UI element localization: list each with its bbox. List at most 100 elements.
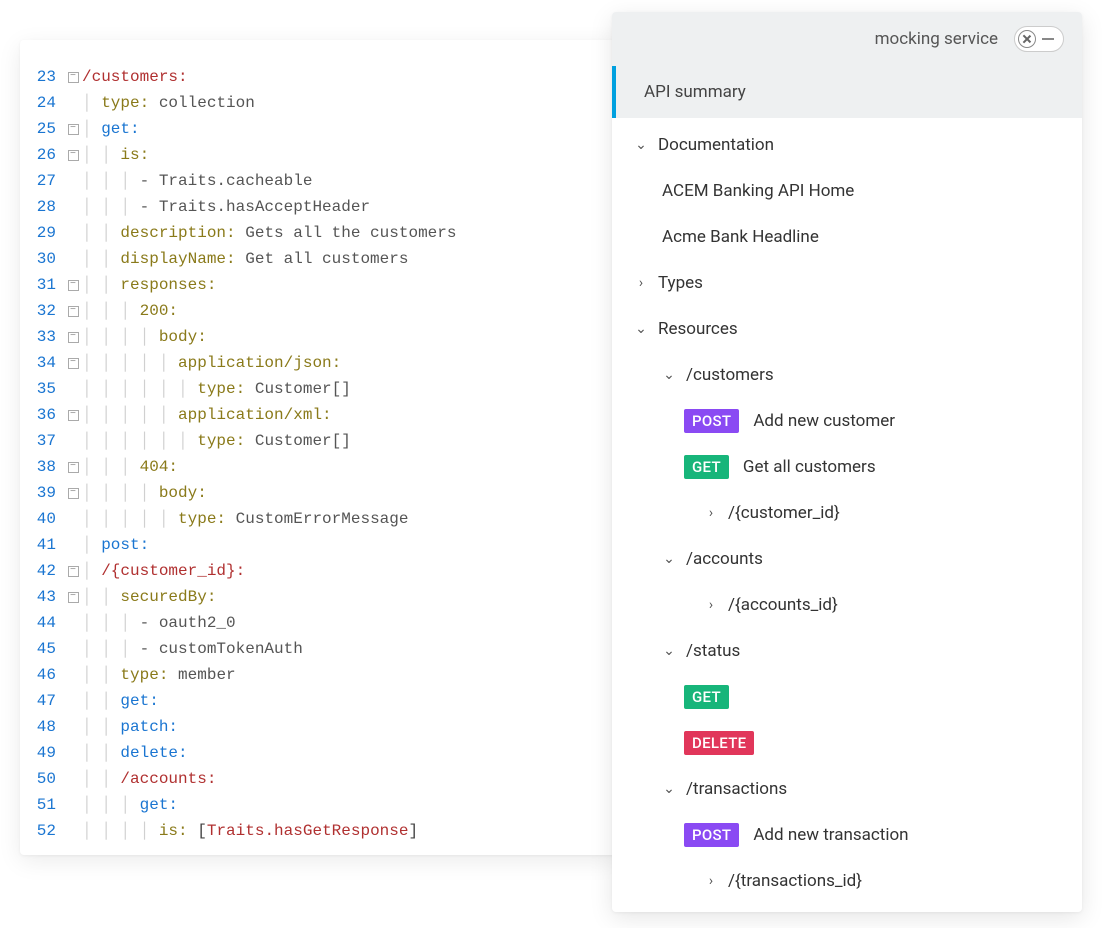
resource-transactions[interactable]: ⌄ /transactions (612, 766, 1082, 812)
code-content[interactable]: │ /{customer_id}: (82, 558, 606, 584)
code-line[interactable]: 44│ │ │ - oauth2_0 (20, 610, 606, 636)
code-content[interactable]: │ │ │ │ is: [Traits.hasGetResponse] (82, 818, 606, 844)
resource-accounts-id[interactable]: › /{accounts_id} (612, 582, 1082, 628)
code-content[interactable]: │ │ │ 404: (82, 454, 606, 480)
fold-gutter[interactable]: − (64, 410, 82, 421)
fold-gutter[interactable]: − (64, 306, 82, 317)
code-line[interactable]: 31−│ │ responses: (20, 272, 606, 298)
fold-toggle-icon[interactable]: − (68, 462, 79, 473)
code-content[interactable]: │ │ /accounts: (82, 766, 606, 792)
code-content[interactable]: │ │ is: (82, 142, 606, 168)
code-line[interactable]: 49│ │ delete: (20, 740, 606, 766)
resource-customer-id[interactable]: › /{customer_id} (612, 490, 1082, 536)
code-line[interactable]: 30│ │ displayName: Get all customers (20, 246, 606, 272)
code-content[interactable]: │ │ securedBy: (82, 584, 606, 610)
code-line[interactable]: 24│ type: collection (20, 90, 606, 116)
code-line[interactable]: 45│ │ │ - customTokenAuth (20, 636, 606, 662)
endpoint-transactions-post[interactable]: POST Add new transaction (612, 812, 1082, 858)
fold-gutter[interactable]: − (64, 280, 82, 291)
code-line[interactable]: 29│ │ description: Gets all the customer… (20, 220, 606, 246)
endpoint-status-delete[interactable]: DELETE (612, 720, 1082, 766)
fold-gutter[interactable]: − (64, 72, 82, 83)
code-content[interactable]: │ │ responses: (82, 272, 606, 298)
code-line[interactable]: 43−│ │ securedBy: (20, 584, 606, 610)
code-line[interactable]: 36−│ │ │ │ │ application/xml: (20, 402, 606, 428)
tree-section-types[interactable]: › Types (612, 260, 1082, 306)
code-line[interactable]: 40│ │ │ │ │ type: CustomErrorMessage (20, 506, 606, 532)
fold-toggle-icon[interactable]: − (68, 410, 79, 421)
code-line[interactable]: 39−│ │ │ │ body: (20, 480, 606, 506)
code-content[interactable]: │ │ │ │ body: (82, 324, 606, 350)
code-line[interactable]: 25−│ get: (20, 116, 606, 142)
resource-customers[interactable]: ⌄ /customers (612, 352, 1082, 398)
code-line[interactable]: 28│ │ │ - Traits.hasAcceptHeader (20, 194, 606, 220)
code-content[interactable]: │ │ │ get: (82, 792, 606, 818)
code-content[interactable]: │ │ get: (82, 688, 606, 714)
code-line[interactable]: 46│ │ type: member (20, 662, 606, 688)
fold-gutter[interactable]: − (64, 488, 82, 499)
fold-gutter[interactable]: − (64, 358, 82, 369)
code-content[interactable]: │ │ delete: (82, 740, 606, 766)
fold-gutter[interactable]: − (64, 566, 82, 577)
endpoint-customers-post[interactable]: POST Add new customer (612, 398, 1082, 444)
resource-status[interactable]: ⌄ /status (612, 628, 1082, 674)
code-content[interactable]: │ │ │ - customTokenAuth (82, 636, 606, 662)
fold-gutter[interactable]: − (64, 150, 82, 161)
code-content[interactable]: │ post: (82, 532, 606, 558)
fold-gutter[interactable]: − (64, 462, 82, 473)
code-line[interactable]: 32−│ │ │ 200: (20, 298, 606, 324)
fold-toggle-icon[interactable]: − (68, 488, 79, 499)
tree-section-documentation[interactable]: ⌄ Documentation (612, 122, 1082, 168)
code-content[interactable]: │ │ │ │ │ type: CustomErrorMessage (82, 506, 606, 532)
code-line[interactable]: 52│ │ │ │ is: [Traits.hasGetResponse] (20, 818, 606, 844)
fold-toggle-icon[interactable]: − (68, 150, 79, 161)
doc-item-headline[interactable]: Acme Bank Headline (612, 214, 1082, 260)
code-line[interactable]: 47│ │ get: (20, 688, 606, 714)
fold-toggle-icon[interactable]: − (68, 592, 79, 603)
resource-accounts[interactable]: ⌄ /accounts (612, 536, 1082, 582)
code-content[interactable]: │ │ displayName: Get all customers (82, 246, 606, 272)
code-content[interactable]: │ │ type: member (82, 662, 606, 688)
fold-gutter[interactable]: − (64, 592, 82, 603)
fold-toggle-icon[interactable]: − (68, 72, 79, 83)
fold-toggle-icon[interactable]: − (68, 332, 79, 343)
code-line[interactable]: 26−│ │ is: (20, 142, 606, 168)
code-content[interactable]: │ │ │ - oauth2_0 (82, 610, 606, 636)
code-line[interactable]: 42−│ /{customer_id}: (20, 558, 606, 584)
code-content[interactable]: │ │ │ │ body: (82, 480, 606, 506)
code-content[interactable]: │ │ │ 200: (82, 298, 606, 324)
code-line[interactable]: 34−│ │ │ │ │ application/json: (20, 350, 606, 376)
fold-toggle-icon[interactable]: − (68, 358, 79, 369)
code-content[interactable]: │ get: (82, 116, 606, 142)
code-content[interactable]: │ │ │ - Traits.hasAcceptHeader (82, 194, 606, 220)
api-summary-row[interactable]: API summary (612, 66, 1082, 118)
code-line[interactable]: 51│ │ │ get: (20, 792, 606, 818)
code-content[interactable]: │ │ description: Gets all the customers (82, 220, 606, 246)
fold-gutter[interactable]: − (64, 124, 82, 135)
code-line[interactable]: 33−│ │ │ │ body: (20, 324, 606, 350)
code-line[interactable]: 48│ │ patch: (20, 714, 606, 740)
tree-section-resources[interactable]: ⌄ Resources (612, 306, 1082, 352)
code-line[interactable]: 38−│ │ │ 404: (20, 454, 606, 480)
code-content[interactable]: │ │ │ │ │ application/xml: (82, 402, 606, 428)
endpoint-customers-get[interactable]: GET Get all customers (612, 444, 1082, 490)
doc-item-home[interactable]: ACEM Banking API Home (612, 168, 1082, 214)
fold-toggle-icon[interactable]: − (68, 306, 79, 317)
fold-toggle-icon[interactable]: − (68, 124, 79, 135)
code-content[interactable]: /customers: (82, 64, 606, 90)
code-content[interactable]: │ │ │ │ │ │ type: Customer[] (82, 428, 606, 454)
fold-toggle-icon[interactable]: − (68, 280, 79, 291)
endpoint-status-get[interactable]: GET (612, 674, 1082, 720)
resource-transactions-id[interactable]: › /{transactions_id} (612, 858, 1082, 904)
code-line[interactable]: 37│ │ │ │ │ │ type: Customer[] (20, 428, 606, 454)
fold-gutter[interactable]: − (64, 332, 82, 343)
code-content[interactable]: │ │ │ │ │ application/json: (82, 350, 606, 376)
code-line[interactable]: 35│ │ │ │ │ │ type: Customer[] (20, 376, 606, 402)
fold-toggle-icon[interactable]: − (68, 566, 79, 577)
code-line[interactable]: 41│ post: (20, 532, 606, 558)
code-content[interactable]: │ │ │ - Traits.cacheable (82, 168, 606, 194)
code-line[interactable]: 23−/customers: (20, 64, 606, 90)
mocking-service-toggle[interactable] (1014, 26, 1064, 52)
code-content[interactable]: │ type: collection (82, 90, 606, 116)
code-line[interactable]: 27│ │ │ - Traits.cacheable (20, 168, 606, 194)
